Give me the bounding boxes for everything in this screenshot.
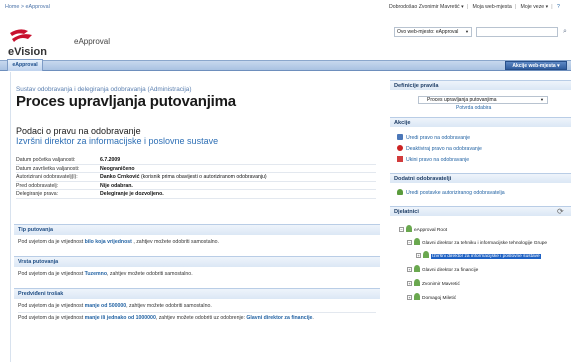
- separator: |: [514, 4, 517, 10]
- property-row: Delegiranje prava: Delegiranje je dozvolj…: [16, 190, 376, 199]
- user-menu-bar: Dobrodošao Zvonimir Mavretić ▾ | Moja web…: [389, 4, 563, 10]
- my-site-link[interactable]: Moja web-mjesta: [473, 4, 512, 10]
- property-value: 6.7.2009: [100, 157, 121, 163]
- users-icon: [397, 189, 403, 195]
- tree-node[interactable]: − eApproval Root: [399, 225, 447, 233]
- section-title: Podaci o pravu na odobravanje: [16, 126, 141, 136]
- org-icon: [406, 225, 412, 232]
- edit-right-action[interactable]: Uredi pravo na odobravanje: [397, 134, 470, 143]
- property-key: Autorizirani odobravatelj(i):: [16, 174, 78, 181]
- deactivate-right-action[interactable]: Deaktiviraj pravo na odobravanje: [397, 145, 482, 154]
- expand-icon[interactable]: +: [407, 267, 412, 272]
- rules-header: Definicije pravila: [390, 80, 571, 90]
- separator: |: [551, 4, 553, 10]
- section-header: Tip putovanja: [14, 225, 380, 235]
- property-key: Datum početka valjanosti:: [16, 157, 76, 163]
- property-key: Datum završetka valjanosti:: [16, 165, 80, 172]
- delete-icon: [397, 156, 403, 162]
- section-body: Pod uvjetom da je vrijednost Tuzemno, za…: [18, 271, 193, 277]
- actions-header: Akcije: [390, 117, 571, 127]
- expand-icon[interactable]: +: [407, 281, 412, 286]
- logo-text: eVision: [8, 46, 47, 58]
- separator: |: [466, 4, 469, 10]
- tree-node[interactable]: − Glavni direktor za tehniku i informacij…: [407, 238, 547, 246]
- person-icon: [414, 279, 420, 286]
- chevron-down-icon: ▼: [465, 29, 469, 34]
- tab-eapproval[interactable]: eApproval: [7, 59, 43, 71]
- condition-value: manje od 500000: [84, 303, 127, 309]
- collapse-icon[interactable]: −: [399, 227, 404, 232]
- section-vrsta-putovanja: Vrsta putovanja Pod uvjetom da je vrijed…: [14, 256, 380, 281]
- property-value: Delegiranje je dozvoljeno.: [100, 191, 164, 198]
- extra-approvers-header: Dodatni odobravatelji: [390, 173, 571, 183]
- edit-authorized-approver-action[interactable]: Uredi postavke autoriziranog odobravatel…: [397, 189, 505, 198]
- confirm-selection-link[interactable]: Potvrda odabira: [456, 105, 491, 111]
- search-input[interactable]: [476, 27, 558, 37]
- employees-header: Djelatnici: [390, 206, 571, 216]
- evision-logo: eVision: [8, 29, 47, 58]
- help-icon[interactable]: ?: [557, 4, 560, 10]
- person-icon: [414, 238, 420, 245]
- expand-icon[interactable]: +: [407, 295, 412, 300]
- section-predvideni-trosak: Predviđeni trošak Pod uvjetom da je vrij…: [14, 288, 380, 325]
- collapse-icon[interactable]: −: [407, 240, 412, 245]
- refresh-icon[interactable]: ⟳: [557, 207, 564, 216]
- person-icon: [414, 265, 420, 272]
- property-value: Neograničeno: [100, 165, 135, 172]
- edit-icon: [397, 134, 403, 140]
- search-scope-select[interactable]: Ovo web-mjesto: eApproval ▼: [394, 27, 472, 37]
- my-links-menu[interactable]: Moje veze ▾: [521, 4, 549, 10]
- section-body: Pod uvjetom da je vrijednost manje od 50…: [14, 299, 380, 325]
- property-key: Pred odobravatelj:: [16, 182, 59, 189]
- property-row: Datum početka valjanosti: 6.7.2009: [16, 156, 376, 165]
- top-nav-bar: [0, 60, 571, 71]
- tree-node-selected[interactable]: + Izvršni direktor za informacijske i pos…: [416, 251, 541, 259]
- site-actions-button[interactable]: Akcije web-mjesta ▾: [505, 61, 567, 70]
- page-title: Proces upravljanja putovanjima: [16, 93, 236, 110]
- property-row: Pred odobravatelj: Nije odabran.: [16, 182, 376, 191]
- search-scope-value: Ovo web-mjesto: eApproval: [397, 29, 459, 35]
- tree-node[interactable]: + Zvonimir Mavretić: [407, 279, 460, 287]
- condition-value: bilo koja vrijednost: [84, 239, 132, 245]
- approver-link[interactable]: Glavni direktor za financije: [246, 315, 312, 321]
- property-key: Delegiranje prava:: [16, 191, 59, 198]
- person-icon: [414, 293, 420, 300]
- property-row: Datum završetka valjanosti: Neograničeno: [16, 165, 376, 174]
- page-breadcrumb[interactable]: Sustav odobravanja i delegiranja odobrav…: [16, 86, 192, 93]
- revoke-right-action[interactable]: Ukini pravo na odobravanje: [397, 156, 469, 165]
- property-value: Danko Crnković (korisnik prima obavijest…: [100, 174, 267, 181]
- chevron-down-icon: ▼: [540, 97, 544, 102]
- properties-list: Datum početka valjanosti: 6.7.2009 Datum …: [16, 156, 376, 199]
- welcome-menu[interactable]: Dobrodošao Zvonimir Mavretić ▾: [389, 4, 464, 10]
- rules-select-value: Proces upravljanja putovanjima: [427, 97, 497, 103]
- role-title: Izvršni direktor za informacijske i posl…: [16, 136, 219, 146]
- section-header: Predviđeni trošak: [14, 289, 380, 299]
- tree-node[interactable]: + Domagoj Miletić: [407, 293, 456, 301]
- rules-select[interactable]: Proces upravljanja putovanjima ▼: [418, 96, 548, 104]
- property-value: Nije odabran.: [100, 182, 133, 189]
- tree-node[interactable]: + Glavni direktor za financije: [407, 265, 478, 273]
- deactivate-icon: [397, 145, 403, 151]
- person-icon: [423, 251, 429, 258]
- section-body: Pod uvjetom da je vrijednost bilo koja v…: [18, 239, 219, 245]
- condition-value: Tuzemno: [84, 271, 107, 277]
- condition-value: manje ili jednako od 1000000: [84, 315, 156, 321]
- section-tip-putovanja: Tip putovanja Pod uvjetom da je vrijedno…: [14, 224, 380, 249]
- expand-icon[interactable]: +: [416, 253, 421, 258]
- global-breadcrumb[interactable]: Home > eApproval: [5, 4, 50, 10]
- app-name: eApproval: [74, 37, 111, 46]
- section-header: Vrsta putovanja: [14, 257, 380, 267]
- search-icon[interactable]: ⌕: [560, 27, 570, 37]
- property-row: Autorizirani odobravatelj(i): Danko Crnko…: [16, 173, 376, 182]
